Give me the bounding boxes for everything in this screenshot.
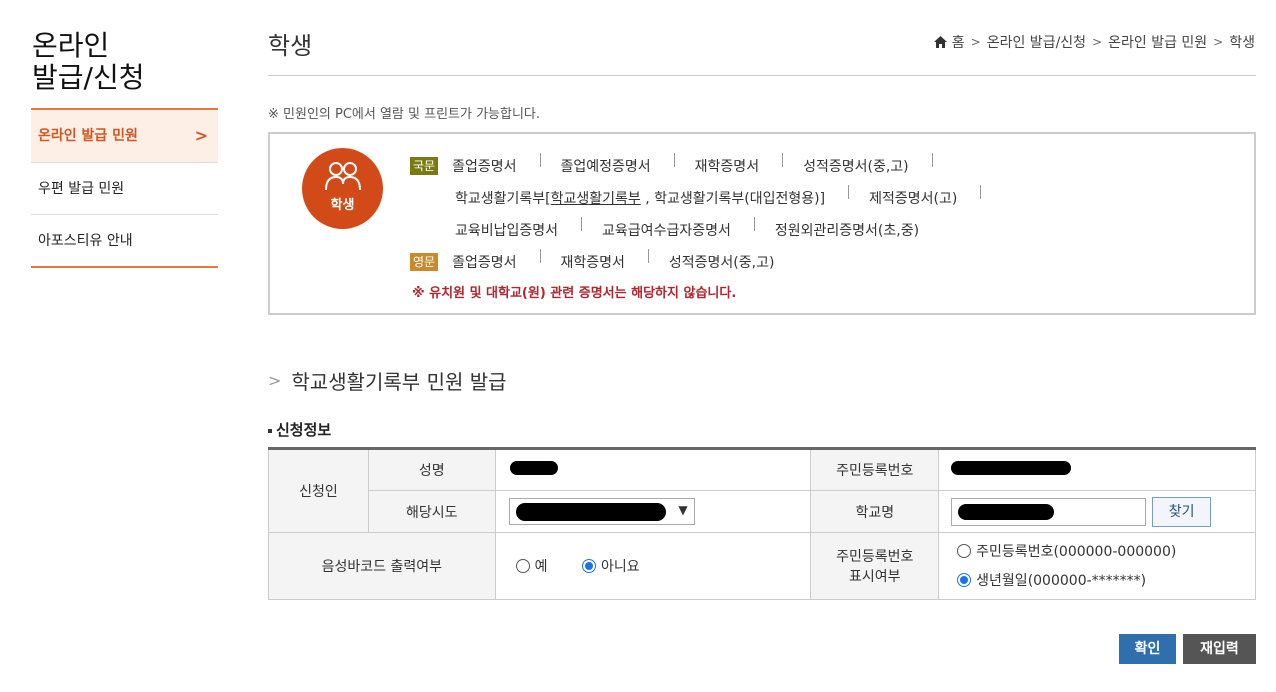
section-title: > 학교생활기록부 민원 발급: [268, 366, 507, 395]
sidebar-item-label: 아포스티유 안내: [38, 233, 133, 249]
redacted-rrn: [951, 461, 1072, 475]
find-school-button[interactable]: 찾기: [1152, 496, 1212, 527]
cert-link-eng-transcript[interactable]: 성적증명서(중,고): [647, 252, 797, 272]
barcode-yes-radio[interactable]: 예: [515, 556, 548, 576]
cert-link-eng-enrollment[interactable]: 재학증명서: [539, 249, 650, 272]
school-label: 학교명: [810, 490, 940, 533]
section-title-text: 학교생활기록부 민원 발급: [291, 370, 507, 394]
confirm-button[interactable]: 확인: [1119, 634, 1176, 664]
cert-link-transcript[interactable]: 성적증명서(중,고): [781, 153, 933, 176]
sidebar-title: 온라인 발급/신청: [32, 30, 218, 94]
region-select[interactable]: ▼: [508, 498, 695, 525]
page-title: 학생: [268, 32, 313, 60]
students-icon: [324, 162, 361, 191]
student-badge-label: 학생: [330, 198, 355, 213]
applicant-header: 신청인: [268, 448, 369, 533]
notice-text: ※ 민원인의 PC에서 열람 및 프린트가 가능합니다.: [268, 107, 541, 122]
radio-label: 아니요: [600, 558, 640, 575]
rrn-birth-radio[interactable]: 생년월일(000000-*******): [957, 570, 1146, 590]
cert-link-education-benefit[interactable]: 교육급여수급자증명서: [580, 217, 755, 240]
cert-link-extra-management[interactable]: 정원외관리증명서(초,중): [753, 220, 941, 240]
header-divider: [268, 75, 1256, 76]
radio-label: 주민등록번호(000000-000000): [976, 544, 1177, 560]
cert-row-korean-2: 학교생활기록부[학교생활기록부 , 학교생활기록부(대입전형용)] 제적증명서(…: [410, 182, 982, 214]
radio-circle-selected: [581, 558, 596, 573]
name-label: 성명: [367, 448, 496, 491]
breadcrumb-separator-icon: >: [970, 35, 981, 49]
english-tag: 영문: [410, 253, 439, 271]
student-badge: 학생: [302, 148, 383, 229]
sidebar-title-line1: 온라인: [32, 29, 110, 62]
sidebar-menu: 온라인 발급 민원 > 우편 발급 민원 아포스티유 안내: [31, 108, 218, 268]
rrn-display-label: 주민등록번호 표시여부: [810, 532, 940, 600]
region-label: 해당시도: [367, 490, 496, 533]
radio-label: 예: [534, 558, 548, 575]
chevron-down-icon: ▼: [678, 503, 688, 517]
region-cell: ▼: [494, 490, 812, 533]
breadcrumb-home[interactable]: 홈: [952, 32, 965, 52]
breadcrumb-separator-icon: >: [1092, 35, 1103, 49]
rrn-display-options: 주민등록번호(000000-000000) 생년월일(000000-******…: [938, 532, 1256, 600]
sidebar-title-line2: 발급/신청: [32, 61, 145, 94]
sidebar: 온라인 발급/신청 온라인 발급 민원 > 우편 발급 민원 아포스티유 안내: [31, 30, 218, 268]
rrn-display-label-line1: 주민등록번호: [836, 549, 914, 565]
redacted-name: [509, 461, 558, 475]
cert-link-school-record[interactable]: 학교생활기록부[학교생활기록부 , 학교생활기록부(대입전형용)]: [455, 185, 850, 208]
cert-link-tuition[interactable]: 교육비납입증명서: [455, 217, 583, 240]
school-cell: 찾기: [938, 490, 1256, 533]
barcode-no-radio[interactable]: 아니요: [581, 556, 640, 576]
cert-row-english: 영문 졸업증명서 재학증명서 성적증명서(중,고): [410, 246, 979, 278]
chevron-right-icon: >: [194, 126, 208, 145]
breadcrumb-separator-icon: >: [1213, 35, 1224, 49]
cert-link-expected-graduation[interactable]: 졸업예정증명서: [539, 153, 675, 176]
barcode-label: 음성바코드 출력여부: [268, 532, 496, 600]
home-icon[interactable]: [933, 35, 948, 49]
radio-circle: [515, 558, 530, 573]
breadcrumb-current: 학생: [1229, 35, 1255, 51]
cert-link-expulsion[interactable]: 제적증명서(고): [847, 185, 982, 208]
cert-row-korean-3: 교육비납입증명서 교육급여수급자증명서 정원외관리증명서(초,중): [410, 214, 979, 246]
breadcrumb: 홈 > 온라인 발급/신청 > 온라인 발급 민원 > 학생: [933, 32, 1255, 52]
cert-link-graduation[interactable]: 졸업증명서: [452, 153, 541, 176]
korean-tag: 국문: [410, 157, 439, 175]
redacted-region: [515, 502, 666, 521]
certificate-list: 국문 졸업증명서 졸업예정증명서 재학증명서 성적증명서(중,고) 학교생활기록…: [410, 150, 982, 304]
school-input[interactable]: [951, 497, 1147, 526]
sidebar-item-label: 온라인 발급 민원: [38, 128, 138, 144]
warning-text: ※ 유치원 및 대학교(원) 관련 증명서는 해당하지 않습니다.: [412, 285, 737, 301]
name-value: [494, 448, 812, 491]
rrn-full-radio[interactable]: 주민등록번호(000000-000000): [957, 541, 1176, 561]
certificate-box: 학생 국문 졸업증명서 졸업예정증명서 재학증명서 성적증명서(중,고) 학교생…: [268, 132, 1256, 315]
sidebar-item-online[interactable]: 온라인 발급 민원 >: [31, 110, 218, 162]
cert-text: 학교생활기록부[: [455, 191, 551, 207]
radio-label: 생년월일(000000-*******): [976, 573, 1147, 589]
reset-button[interactable]: 재입력: [1183, 634, 1256, 664]
rrn-display-label-line2: 표시여부: [849, 569, 901, 585]
radio-circle: [957, 544, 972, 558]
sidebar-item-label: 우편 발급 민원: [38, 181, 125, 197]
rrn-label: 주민등록번호: [810, 448, 940, 491]
cert-row-korean-1: 국문 졸업증명서 졸업예정증명서 재학증명서 성적증명서(중,고): [410, 150, 979, 182]
cert-link-eng-graduation[interactable]: 졸업증명서: [452, 249, 541, 272]
subsection-title: 신청정보: [268, 419, 331, 440]
sidebar-item-postal[interactable]: 우편 발급 민원: [31, 162, 218, 214]
sidebar-item-apostille[interactable]: 아포스티유 안내: [31, 214, 218, 266]
breadcrumb-online-apply[interactable]: 온라인 발급/신청: [987, 32, 1086, 52]
cert-text: , 학교생활기록부(대입전형용)]: [640, 191, 826, 207]
chevron-right-icon: >: [268, 371, 282, 390]
barcode-options: 예 아니요: [494, 532, 812, 600]
cert-link-school-record-underlined[interactable]: 학교생활기록부: [551, 191, 641, 207]
application-form: 신청인 성명 주민등록번호 해당시도 ▼ 학교명 찾기 음성바코드 출력여부 예…: [268, 447, 1256, 600]
radio-circle-selected: [957, 573, 972, 587]
rrn-value: [938, 448, 1256, 491]
cert-link-enrollment[interactable]: 재학증명서: [673, 153, 784, 176]
redacted-school: [958, 503, 1055, 520]
breadcrumb-online-civil[interactable]: 온라인 발급 민원: [1108, 32, 1207, 52]
subsection-title-text: 신청정보: [276, 421, 332, 439]
